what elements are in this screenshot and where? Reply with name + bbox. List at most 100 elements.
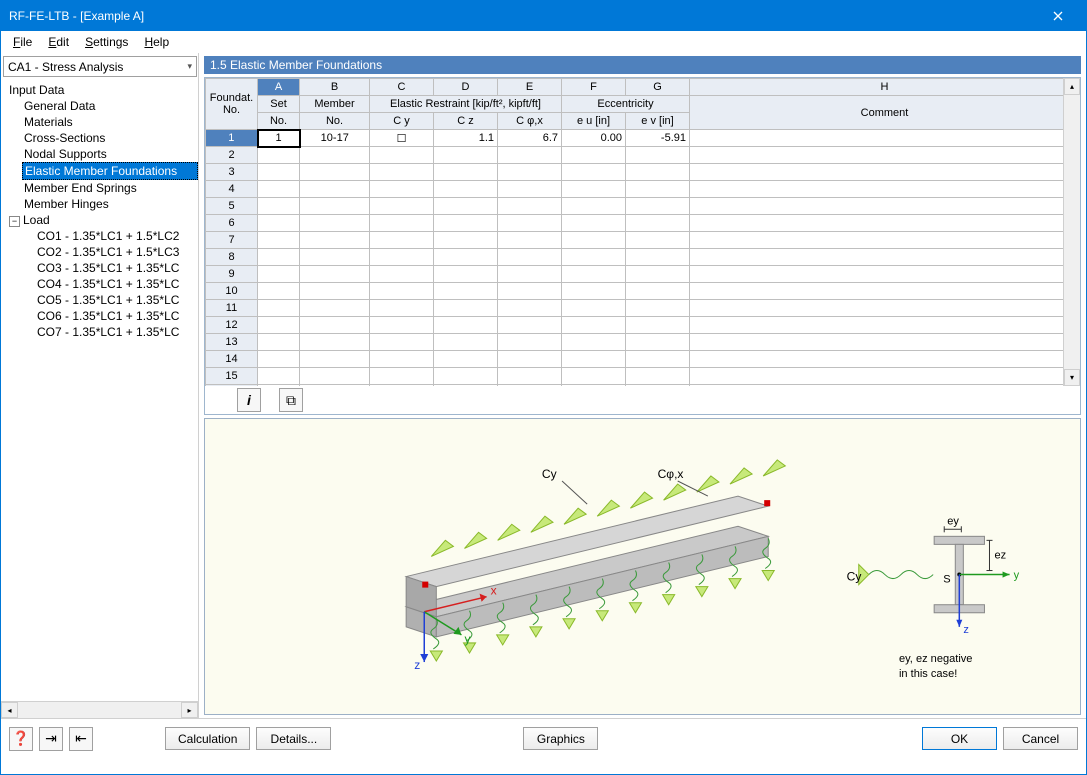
tree-load-item[interactable]: CO6 - 1.35*LC1 + 1.35*LC bbox=[35, 308, 198, 324]
minus-icon[interactable]: − bbox=[9, 216, 20, 227]
cell-cz[interactable] bbox=[434, 215, 498, 232]
cell-cy[interactable] bbox=[370, 249, 434, 266]
cell-set[interactable] bbox=[258, 317, 300, 334]
cell-cy[interactable] bbox=[370, 283, 434, 300]
cell-set[interactable] bbox=[258, 266, 300, 283]
calculation-button[interactable]: Calculation bbox=[165, 727, 250, 750]
row-header[interactable]: 4 bbox=[206, 181, 258, 198]
cell-eu[interactable] bbox=[562, 215, 626, 232]
cell-set[interactable] bbox=[258, 181, 300, 198]
export-button[interactable]: ⇤ bbox=[69, 727, 93, 751]
cell-cz[interactable] bbox=[434, 232, 498, 249]
cell-cz[interactable] bbox=[434, 385, 498, 387]
col-letter-G[interactable]: G bbox=[626, 79, 690, 96]
tree-load-item[interactable]: CO1 - 1.35*LC1 + 1.5*LC2 bbox=[35, 228, 198, 244]
cell-eu[interactable] bbox=[562, 232, 626, 249]
table-row[interactable]: 14 bbox=[206, 351, 1080, 368]
table-row[interactable]: 13 bbox=[206, 334, 1080, 351]
col-letter-C[interactable]: C bbox=[370, 79, 434, 96]
cell-eu[interactable] bbox=[562, 164, 626, 181]
col-letter-H[interactable]: H bbox=[690, 79, 1080, 96]
cell-ev[interactable] bbox=[626, 232, 690, 249]
help-button[interactable]: ❓ bbox=[9, 727, 33, 751]
row-header[interactable]: 6 bbox=[206, 215, 258, 232]
tree-load[interactable]: −Load bbox=[7, 212, 198, 228]
cell-ev[interactable] bbox=[626, 147, 690, 164]
cell-ev[interactable] bbox=[626, 249, 690, 266]
cell-cphix[interactable] bbox=[498, 300, 562, 317]
cell-member[interactable] bbox=[300, 368, 370, 385]
col-letter-F[interactable]: F bbox=[562, 79, 626, 96]
cell-cphix[interactable] bbox=[498, 215, 562, 232]
menu-help[interactable]: Help bbox=[136, 33, 177, 51]
cell-eu[interactable]: 0.00 bbox=[562, 130, 626, 147]
tree-load-item[interactable]: CO5 - 1.35*LC1 + 1.35*LC bbox=[35, 292, 198, 308]
cell-comment[interactable] bbox=[690, 351, 1080, 368]
table-row[interactable]: 6 bbox=[206, 215, 1080, 232]
cell-set[interactable] bbox=[258, 368, 300, 385]
tree-item-member-end-springs[interactable]: Member End Springs bbox=[22, 180, 198, 196]
tree-item-materials[interactable]: Materials bbox=[22, 114, 198, 130]
cell-set[interactable] bbox=[258, 215, 300, 232]
cell-ev[interactable] bbox=[626, 317, 690, 334]
cell-eu[interactable] bbox=[562, 249, 626, 266]
cell-member[interactable] bbox=[300, 385, 370, 387]
cell-eu[interactable] bbox=[562, 334, 626, 351]
cell-cy[interactable] bbox=[370, 198, 434, 215]
table-row[interactable]: 7 bbox=[206, 232, 1080, 249]
cell-comment[interactable] bbox=[690, 334, 1080, 351]
cell-cz[interactable] bbox=[434, 317, 498, 334]
table-row[interactable]: 16 bbox=[206, 385, 1080, 387]
cell-comment[interactable] bbox=[690, 300, 1080, 317]
tree-load-item[interactable]: CO7 - 1.35*LC1 + 1.35*LC bbox=[35, 324, 198, 340]
col-letter-A[interactable]: A bbox=[258, 79, 300, 96]
cell-member[interactable] bbox=[300, 300, 370, 317]
cell-member[interactable] bbox=[300, 164, 370, 181]
cell-member[interactable] bbox=[300, 351, 370, 368]
v-scrollbar[interactable]: ▴ ▾ bbox=[1063, 78, 1080, 386]
cell-eu[interactable] bbox=[562, 283, 626, 300]
h-scrollbar[interactable]: ◂ ▸ bbox=[1, 701, 198, 718]
row-header[interactable]: 9 bbox=[206, 266, 258, 283]
cell-eu[interactable] bbox=[562, 368, 626, 385]
info-button[interactable]: i bbox=[237, 388, 261, 412]
row-header[interactable]: 16 bbox=[206, 385, 258, 387]
cell-cphix[interactable] bbox=[498, 385, 562, 387]
cell-comment[interactable] bbox=[690, 198, 1080, 215]
cell-set[interactable] bbox=[258, 385, 300, 387]
cell-cz[interactable] bbox=[434, 181, 498, 198]
cell-ev[interactable] bbox=[626, 198, 690, 215]
scroll-right-icon[interactable]: ▸ bbox=[181, 702, 198, 718]
col-letter-E[interactable]: E bbox=[498, 79, 562, 96]
close-button[interactable] bbox=[1038, 1, 1078, 31]
table-row[interactable]: 11 bbox=[206, 300, 1080, 317]
cell-ev[interactable] bbox=[626, 164, 690, 181]
cell-cy[interactable] bbox=[370, 232, 434, 249]
scroll-up-icon[interactable]: ▴ bbox=[1064, 78, 1080, 95]
cell-cy[interactable] bbox=[370, 215, 434, 232]
cell-cz[interactable] bbox=[434, 351, 498, 368]
cell-cphix[interactable] bbox=[498, 181, 562, 198]
cell-comment[interactable] bbox=[690, 368, 1080, 385]
cell-set[interactable] bbox=[258, 164, 300, 181]
tree-item-elastic-member-foundations[interactable]: Elastic Member Foundations bbox=[22, 162, 198, 180]
import-button[interactable]: ⇥ bbox=[39, 727, 63, 751]
cell-set[interactable] bbox=[258, 249, 300, 266]
tree-item-nodal-supports[interactable]: Nodal Supports bbox=[22, 146, 198, 162]
row-header[interactable]: 8 bbox=[206, 249, 258, 266]
nav-tree[interactable]: Input Data General DataMaterialsCross-Se… bbox=[1, 80, 198, 701]
cell-member[interactable] bbox=[300, 181, 370, 198]
menu-edit[interactable]: Edit bbox=[40, 33, 77, 51]
cell-cz[interactable] bbox=[434, 300, 498, 317]
cell-comment[interactable] bbox=[690, 249, 1080, 266]
cell-comment[interactable] bbox=[690, 385, 1080, 387]
cell-eu[interactable] bbox=[562, 181, 626, 198]
cell-ev[interactable] bbox=[626, 368, 690, 385]
table-row[interactable]: 3 bbox=[206, 164, 1080, 181]
cell-cy[interactable] bbox=[370, 351, 434, 368]
cell-set[interactable] bbox=[258, 147, 300, 164]
tree-load-item[interactable]: CO4 - 1.35*LC1 + 1.35*LC bbox=[35, 276, 198, 292]
data-grid[interactable]: Foundat. No.ABCDEFGH Set Member Elastic … bbox=[204, 77, 1081, 415]
graphics-button[interactable]: Graphics bbox=[523, 727, 598, 750]
row-header[interactable]: 12 bbox=[206, 317, 258, 334]
